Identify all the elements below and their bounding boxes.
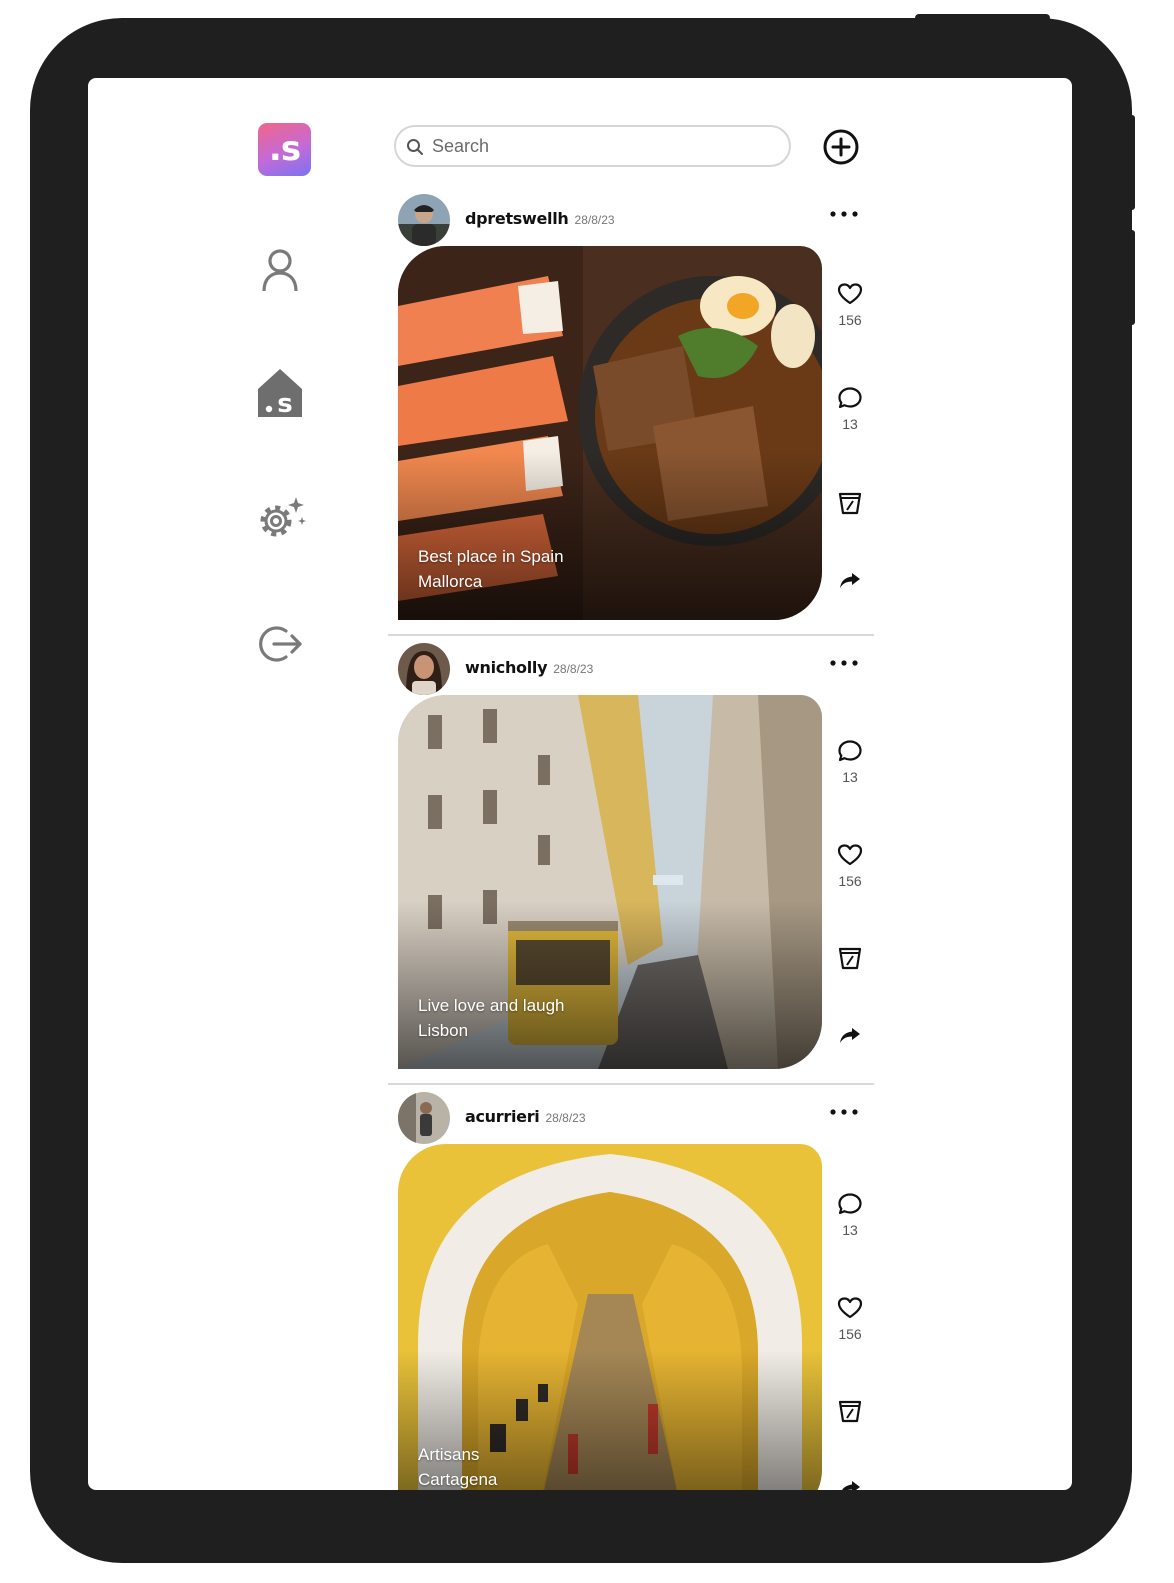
post-date: 28/8/23 — [574, 213, 615, 227]
power-button — [915, 14, 1050, 22]
caption-title: Best place in Spain — [418, 547, 564, 566]
more-options-icon[interactable] — [828, 1102, 860, 1122]
like-button[interactable]: 156 — [828, 1296, 872, 1342]
more-options-icon[interactable] — [828, 653, 860, 673]
share-button[interactable] — [828, 1478, 872, 1490]
save-button[interactable] — [828, 1398, 872, 1424]
sidebar-item-settings[interactable] — [252, 491, 308, 547]
heart-icon — [837, 1297, 863, 1319]
post-card: acurrieri 28/8/23 Artisans Cartagena 13 … — [388, 1086, 874, 1490]
comment-button[interactable]: 13 — [828, 386, 872, 432]
post-actions: 13 156 — [828, 695, 872, 1075]
post-photo[interactable]: Live love and laugh Lisbon — [398, 695, 822, 1069]
search-input[interactable] — [432, 133, 772, 159]
username-text: acurrieri — [465, 1107, 540, 1126]
app-logo[interactable]: .s — [258, 123, 311, 176]
bucket-icon — [838, 1400, 862, 1423]
username[interactable]: acurrieri 28/8/23 — [465, 1107, 586, 1126]
comment-count: 13 — [842, 1222, 858, 1238]
post-actions: 13 156 — [828, 1144, 872, 1490]
post-card: dpretswellh 28/8/23 Best place in Spain … — [388, 188, 874, 637]
username[interactable]: dpretswellh 28/8/23 — [465, 209, 615, 228]
comment-count: 13 — [842, 769, 858, 785]
post-caption: Best place in Spain Mallorca — [418, 544, 564, 594]
user-icon — [262, 249, 298, 292]
heart-icon — [837, 844, 863, 866]
post-date: 28/8/23 — [553, 662, 594, 676]
caption-location: Cartagena — [418, 1470, 498, 1489]
sidebar-item-profile[interactable] — [252, 243, 308, 299]
caption-title: Artisans — [418, 1445, 480, 1464]
volume-up-button — [1128, 115, 1135, 210]
comment-icon — [838, 1193, 862, 1215]
comment-button[interactable]: 13 — [828, 1192, 872, 1238]
post-header: wnicholly 28/8/23 — [388, 643, 874, 695]
plus-circle-icon — [823, 129, 859, 165]
comment-icon — [838, 387, 862, 409]
share-icon — [840, 1028, 860, 1043]
avatar[interactable] — [398, 194, 450, 246]
username[interactable]: wnicholly 28/8/23 — [465, 658, 593, 677]
avatar[interactable] — [398, 1092, 450, 1144]
username-text: dpretswellh — [465, 209, 569, 228]
post-actions: 156 13 — [828, 246, 872, 626]
like-count: 156 — [838, 873, 862, 889]
username-text: wnicholly — [465, 658, 548, 677]
bucket-icon — [838, 492, 862, 515]
share-icon — [840, 573, 860, 588]
like-count: 156 — [838, 312, 862, 328]
bucket-icon — [838, 947, 862, 970]
save-button[interactable] — [828, 490, 872, 516]
gear-icon — [260, 497, 306, 537]
more-options-icon[interactable] — [828, 204, 860, 224]
comment-count: 13 — [842, 416, 858, 432]
like-count: 156 — [838, 1326, 862, 1342]
like-button[interactable]: 156 — [828, 282, 872, 328]
post-caption: Live love and laugh Lisbon — [418, 993, 565, 1043]
home-icon: s — [258, 369, 302, 419]
caption-title: Live love and laugh — [418, 996, 565, 1015]
post-card: wnicholly 28/8/23 Live love and laugh Li… — [388, 637, 874, 1086]
post-date: 28/8/23 — [545, 1111, 586, 1125]
sidebar-item-home[interactable]: s — [252, 363, 308, 419]
post-header: dpretswellh 28/8/23 — [388, 194, 874, 246]
sidebar-item-logout[interactable] — [252, 615, 308, 671]
volume-down-button — [1128, 230, 1135, 325]
post-divider — [388, 1083, 874, 1085]
share-button[interactable] — [828, 570, 872, 590]
post-caption: Artisans Cartagena — [418, 1442, 497, 1490]
avatar[interactable] — [398, 643, 450, 695]
share-icon — [842, 1481, 860, 1490]
add-post-button[interactable] — [822, 128, 860, 166]
caption-location: Mallorca — [418, 572, 483, 591]
share-button[interactable] — [828, 1025, 872, 1045]
post-feed: dpretswellh 28/8/23 Best place in Spain … — [388, 188, 874, 1490]
post-photo[interactable]: Best place in Spain Mallorca — [398, 246, 822, 620]
comment-button[interactable]: 13 — [828, 739, 872, 785]
search-bar[interactable] — [394, 125, 791, 167]
like-button[interactable]: 156 — [828, 843, 872, 889]
app-screen: .s s Search dpretswellh 28/8/23 Best pla… — [88, 78, 1072, 1490]
post-divider — [388, 634, 874, 636]
heart-icon — [837, 283, 863, 305]
post-photo[interactable]: Artisans Cartagena — [398, 1144, 822, 1490]
post-header: acurrieri 28/8/23 — [388, 1092, 874, 1144]
logout-icon — [259, 626, 302, 662]
caption-location: Lisbon — [418, 1021, 469, 1040]
svg-text:s: s — [277, 389, 292, 419]
comment-icon — [838, 740, 862, 762]
logo-text: .s — [268, 129, 301, 169]
search-icon — [407, 139, 423, 155]
save-button[interactable] — [828, 945, 872, 971]
